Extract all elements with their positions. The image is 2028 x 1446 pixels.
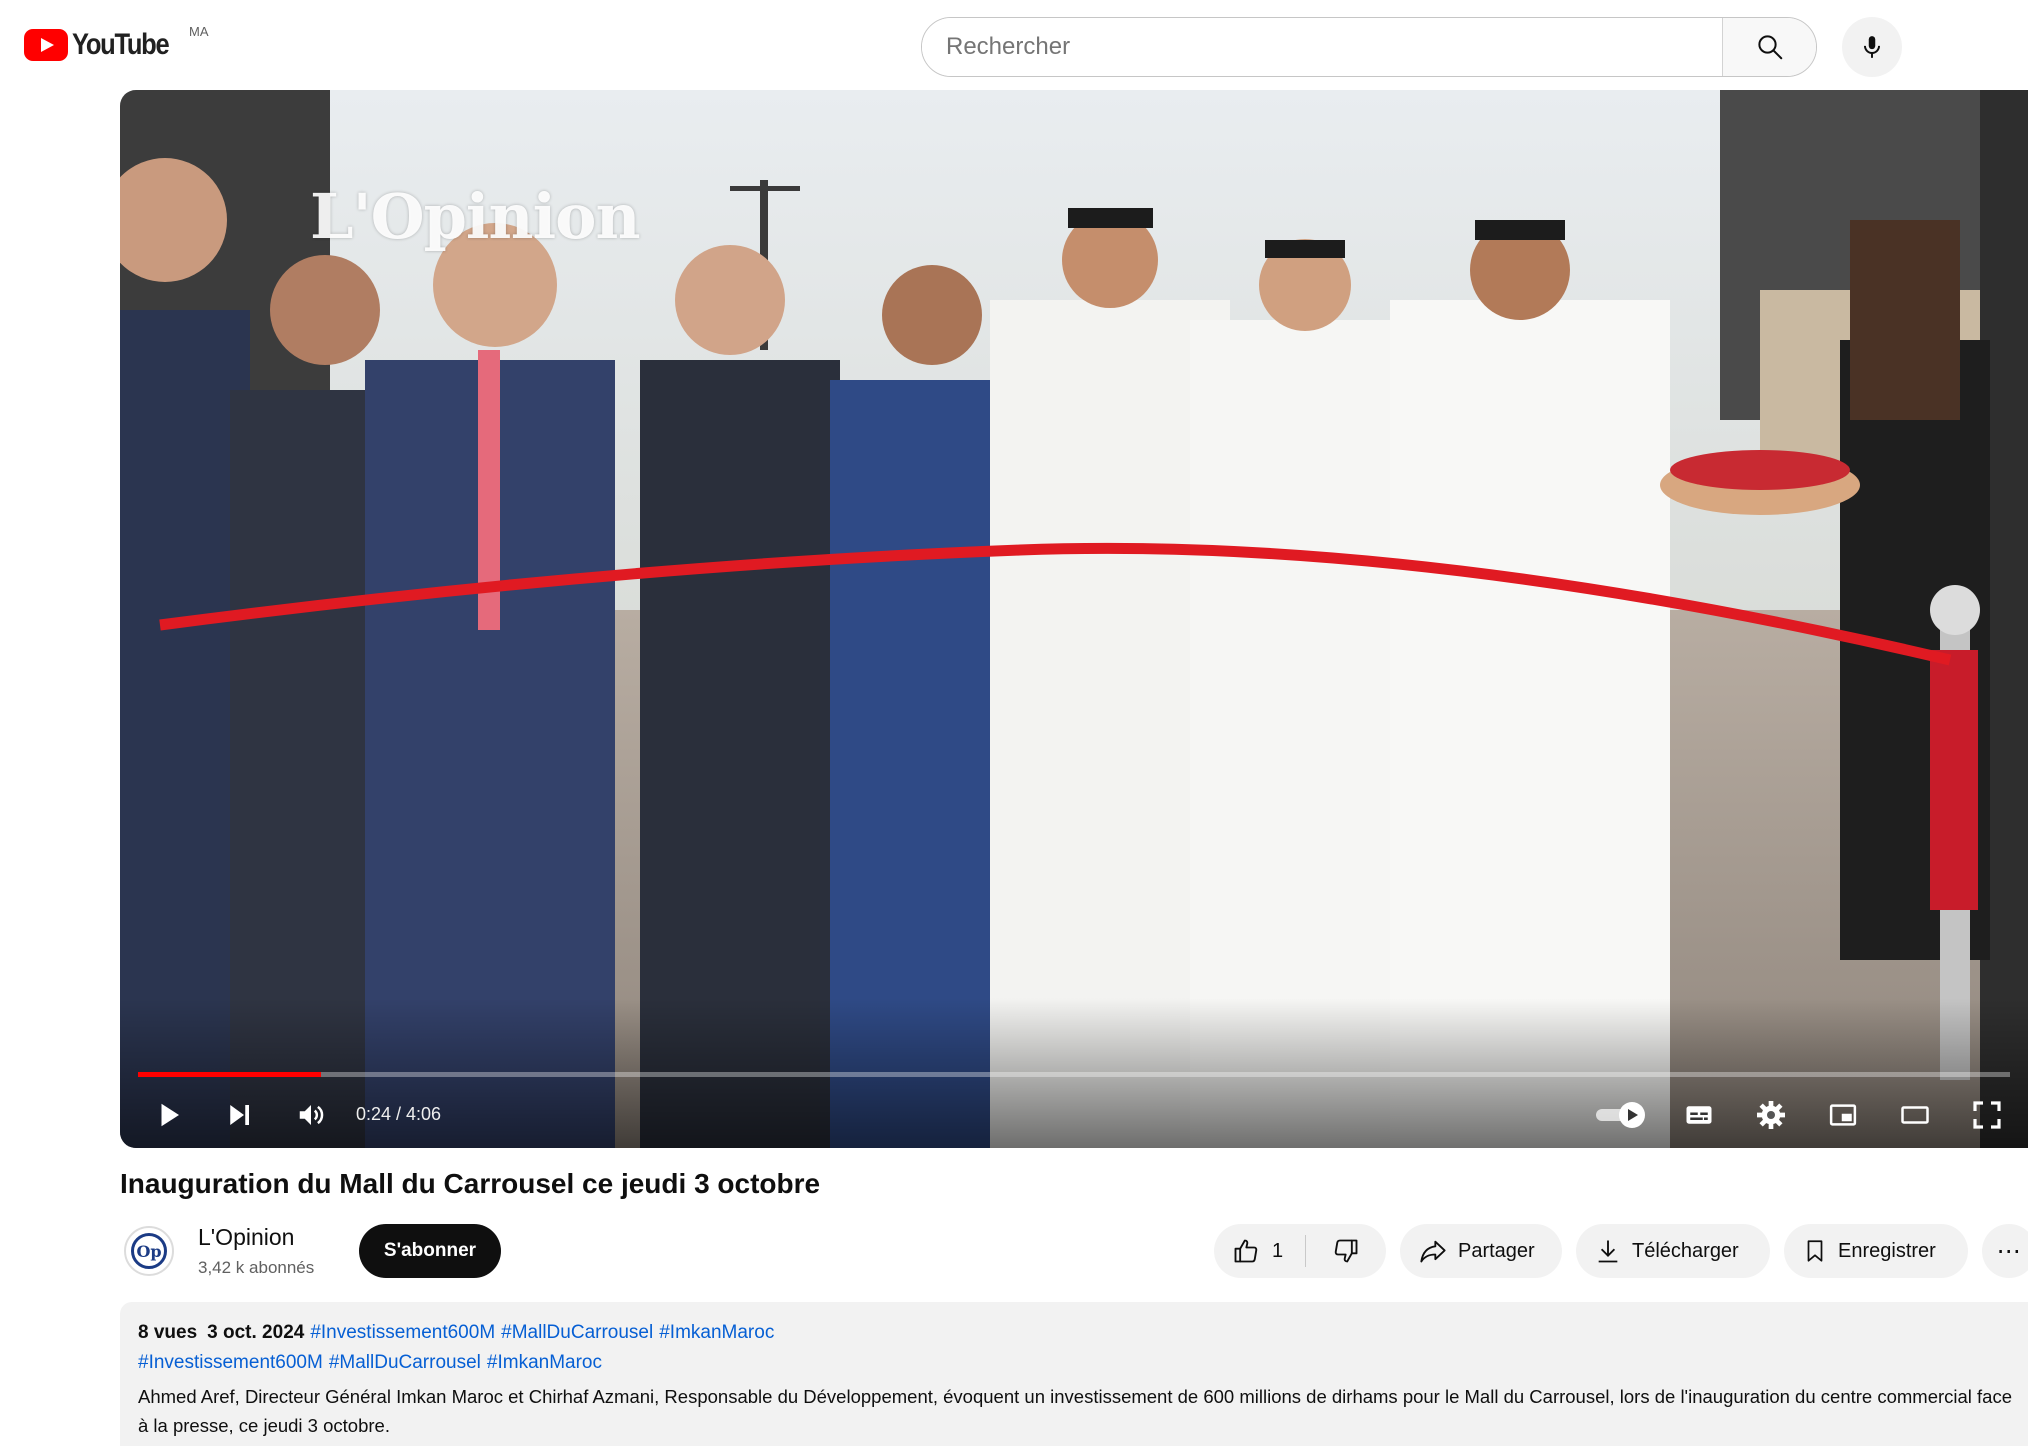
time-display: 0:24 / 4:06 [356,1104,442,1124]
subscriber-count: 3,42 k abonnés [198,1258,315,1277]
youtube-logo[interactable]: YouTube MA [24,24,209,62]
like-button[interactable]: 1 [1214,1224,1283,1278]
upload-date: 3 oct. 2024 [207,1322,305,1343]
subscribe-button[interactable]: S'abonner [359,1224,501,1278]
autoplay-toggle[interactable] [1590,1088,1654,1142]
theater-mode-icon [1901,1106,1929,1124]
description-meta: 8 vues 3 oct. 2024 #Investissement600M #Mal… [138,1322,774,1344]
share-label: Partager [1458,1239,1535,1262]
share-button[interactable]: Partager [1400,1224,1562,1278]
microphone-icon [1863,36,1881,58]
theater-mode-button[interactable] [1888,1088,1942,1142]
progress-fill [138,1072,321,1077]
download-button[interactable]: Télécharger [1576,1224,1770,1278]
hashtag-link[interactable]: #Investissement600M [138,1352,323,1373]
thumbs-down-icon [1334,1239,1358,1263]
avatar-text: Op [131,1233,167,1269]
meta-hashtag[interactable]: #MallDuCarrousel [501,1322,653,1343]
save-button[interactable]: Enregistrer [1784,1224,1968,1278]
subtitles-icon [1686,1106,1712,1124]
search-input[interactable] [922,18,1722,76]
volume-button[interactable] [284,1088,338,1142]
dislike-button[interactable] [1306,1224,1386,1278]
channel-avatar[interactable]: Op [124,1226,174,1276]
search-icon [1757,35,1782,60]
volume-icon [299,1105,324,1125]
description-text: Ahmed Aref, Directeur Général Imkan Maro… [138,1386,2013,1436]
more-icon: ⋯ [1996,1237,2022,1265]
video-title: Inauguration du Mall du Carrousel ce jeu… [120,1168,821,1199]
meta-hashtag[interactable]: #ImkanMaroc [659,1322,774,1343]
video-player[interactable]: L'Opinion 0:24 / 4:06 [120,90,2028,1148]
download-label: Télécharger [1632,1239,1739,1262]
logo-text: YouTube [72,28,170,61]
youtube-play-icon [24,29,68,61]
fullscreen-icon [1973,1101,2001,1129]
more-actions-button[interactable]: ⋯ [1982,1224,2028,1278]
settings-button[interactable] [1744,1088,1798,1142]
hashtag-link[interactable]: #ImkanMaroc [487,1352,602,1373]
subtitles-button[interactable] [1672,1088,1726,1142]
meta-hashtag[interactable]: #Investissement600M [310,1322,495,1343]
play-button[interactable] [142,1088,196,1142]
share-icon [1420,1240,1446,1263]
play-icon [161,1103,179,1127]
like-dislike-group: 1 [1214,1224,1386,1278]
skip-next-icon [230,1105,249,1125]
description-hashtags: #Investissement600M #MallDuCarrousel #Imka… [138,1352,608,1374]
bookmark-icon [1807,1240,1823,1262]
miniplayer-icon [1829,1104,1857,1126]
download-icon [1598,1240,1618,1263]
next-button[interactable] [212,1088,266,1142]
hashtag-link[interactable]: #MallDuCarrousel [329,1352,481,1373]
masthead: YouTube MA [0,0,2028,90]
player-controls: 0:24 / 4:06 [120,1080,2028,1146]
search-box [921,17,1817,77]
progress-bar[interactable] [138,1072,2010,1077]
description-box[interactable]: 8 vues 3 oct. 2024 #Investissement600M #Mal… [120,1302,2028,1446]
channel-name[interactable]: L'Opinion [198,1224,294,1251]
autoplay-toggle-icon [1596,1102,1645,1128]
miniplayer-button[interactable] [1816,1088,1870,1142]
gear-icon [1757,1101,1785,1129]
region-code: MA [189,24,209,39]
voice-search-button[interactable] [1842,17,1902,77]
save-label: Enregistrer [1838,1239,1936,1262]
channel-watermark: L'Opinion [310,180,641,253]
search-button[interactable] [1722,18,1816,76]
view-count: 8 vues [138,1322,198,1343]
like-count: 1 [1272,1239,1284,1262]
fullscreen-button[interactable] [1960,1088,2014,1142]
thumbs-up-icon [1234,1239,1258,1263]
